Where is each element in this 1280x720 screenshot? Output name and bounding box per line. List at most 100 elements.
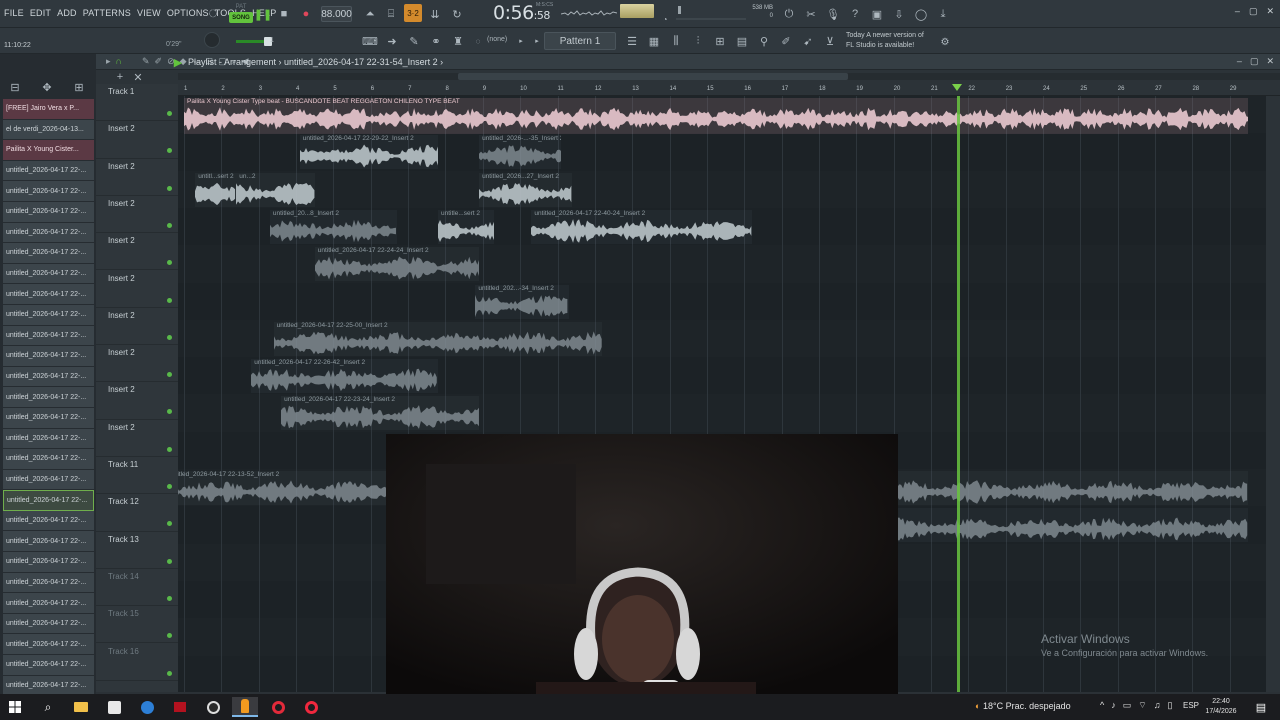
playlist-maximize-icon[interactable]: ▢ [1250, 56, 1259, 67]
cut-tool-icon[interactable]: ✂ [803, 5, 819, 23]
mixer-icon[interactable]: ⫼ [667, 33, 685, 49]
link-icon[interactable]: ⚭ [427, 33, 445, 49]
audio-clip[interactable] [871, 508, 1249, 543]
audio-clip[interactable]: untitled_2026...27_Insert 2 [479, 172, 573, 207]
mute-tool-icon[interactable]: ➹ [799, 33, 817, 49]
browser-layout-icon[interactable]: ⊞ [72, 80, 86, 94]
battery-icon[interactable]: ▯ [1167, 700, 1172, 711]
track-header[interactable]: Track 15 [96, 606, 178, 644]
track-header[interactable]: Insert 2 [96, 308, 178, 346]
export-icon[interactable]: ⇩ [891, 5, 907, 23]
audio-clip[interactable]: Pailita X Young Cister Type beat - BUSCA… [184, 98, 1249, 134]
master-pitch-icon[interactable]: ◔ [660, 14, 670, 24]
audio-clip[interactable]: untitled_2026-04-17 22-40-24_Insert 2 [531, 209, 752, 244]
magnet-icon[interactable]: ∩ [116, 56, 122, 67]
browser-item[interactable]: untitled_2026-04-17 22-... [3, 160, 94, 182]
audio-clip[interactable]: untitled_2026-04-17 22-29-22_Insert 2 [299, 135, 438, 170]
audio-clip[interactable]: un...2 [236, 172, 315, 207]
audio-clip[interactable]: untitled_2026-04-17 22-24-24_Insert 2 [314, 247, 480, 282]
tray-chevron-icon[interactable]: ^ [1100, 700, 1104, 711]
fl-studio-taskbar-icon[interactable] [232, 697, 258, 717]
track-header[interactable]: Insert 2 [96, 159, 178, 196]
audio-clip[interactable]: untitled_2026-04-17 22-26-42_Insert 2 [251, 359, 438, 394]
track-header[interactable]: Insert 2 [96, 420, 178, 457]
menu-item-file[interactable]: FILE [4, 8, 24, 18]
browser-item[interactable]: untitled_2026-04-17 22-... [3, 469, 94, 491]
browser-item[interactable]: untitled_2026-04-17 22-... [3, 243, 94, 264]
clipboard-icon[interactable]: ▤ [733, 33, 751, 49]
track-header[interactable]: Insert 2 [96, 196, 178, 234]
weather-widget[interactable]: ◐ 18°C Prac. despejado [975, 701, 1071, 711]
browser-item[interactable]: untitled_2026-04-17 22-... [3, 304, 94, 326]
track-header[interactable]: Track 1 [96, 84, 178, 122]
track-header[interactable]: Track 12 [96, 494, 178, 532]
track-mute-led[interactable] [167, 372, 172, 378]
playhead-line[interactable] [957, 96, 961, 692]
browser-item[interactable]: untitled_2026-04-17 22-... [3, 387, 94, 408]
track-mute-led[interactable] [167, 260, 172, 266]
close-icon[interactable]: ✕ [1266, 6, 1274, 17]
browser-item[interactable]: [FREE] Jairo Vera x P... [3, 99, 94, 120]
browser-item[interactable]: untitled_2026-04-17 22-... [3, 284, 94, 305]
track-header[interactable]: Track 14 [96, 569, 178, 607]
browser-item[interactable]: untitled_2026-04-17 22-... [3, 531, 94, 553]
track-mute-led[interactable] [167, 595, 172, 601]
browser-item[interactable]: untitled_2026-04-17 22-... [3, 655, 94, 676]
opera-gx-icon[interactable] [265, 697, 291, 717]
audio-clip[interactable]: untitled_202...-34_Insert 2 [475, 284, 569, 319]
track-mute-led[interactable] [167, 148, 172, 154]
playhead-marker[interactable] [952, 84, 963, 91]
track-mute-led[interactable] [167, 185, 172, 191]
browser-item[interactable]: untitled_2026-04-17 22-... [3, 593, 94, 614]
horizontal-scrollbar[interactable] [178, 73, 1280, 80]
vertical-scrollbar[interactable] [1266, 96, 1280, 692]
browser-item[interactable]: untitled_2026-04-17 22-... [3, 325, 94, 347]
browser-tree-icon[interactable]: ⊞ [711, 33, 729, 49]
countdown-icon[interactable]: 3·2 [404, 4, 422, 22]
browser-item[interactable]: untitled_2026-04-17 22-... [3, 613, 94, 635]
song-mode-toggle[interactable]: SONG [229, 12, 253, 23]
recording-indicator-icon[interactable]: ◌ [203, 5, 223, 23]
save-icon[interactable]: ▣ [869, 5, 885, 23]
master-pitch-knob[interactable] [204, 32, 220, 48]
track-mute-led[interactable] [167, 670, 172, 676]
undo-history-icon[interactable]: ⏻ [781, 5, 797, 23]
wait-for-input-icon[interactable]: ⌸ [383, 6, 399, 22]
track-header[interactable]: Insert 2 [96, 121, 178, 159]
notifications-icon[interactable]: ▤ [1248, 697, 1274, 717]
track-mute-led[interactable] [167, 297, 172, 303]
browser-item[interactable]: untitled_2026-04-17 22-... [3, 510, 94, 532]
browser-move-icon[interactable]: ✥ [40, 80, 54, 94]
browser-item[interactable]: untitled_2026-04-17 22-... [3, 552, 94, 573]
pencil-icon[interactable]: ✎ [405, 33, 423, 49]
pattern-selector[interactable]: Pattern 1 [544, 32, 616, 50]
track-mute-led[interactable] [167, 633, 172, 639]
edge-icon[interactable] [134, 697, 160, 717]
browser-item[interactable]: untitled_2026-04-17 22-... [3, 634, 94, 656]
red-app-icon[interactable] [167, 697, 193, 717]
start-button[interactable] [2, 697, 28, 717]
menu-item-edit[interactable]: EDIT [30, 8, 51, 18]
track-header[interactable]: Track 16 [96, 644, 178, 681]
track-header[interactable]: Insert 2 [96, 382, 178, 420]
browser-item[interactable]: untitled_2026-04-17 22-... [3, 222, 94, 244]
audio-clip[interactable]: untitled_2026-04-17 22-25-00_Insert 2 [273, 321, 603, 356]
scroll-thumb[interactable] [458, 73, 848, 80]
browser-item[interactable]: untitled_2026-04-17 22-... [3, 407, 94, 429]
microphone-tray-icon[interactable]: ♪ [1111, 700, 1116, 711]
metronome-icon[interactable]: ⏶ [362, 6, 378, 22]
audio-clip[interactable]: untitled_20...8_Insert 2 [269, 209, 397, 244]
audio-clip[interactable]: untitled_2026-...-35_Insert 2 [479, 135, 562, 170]
next-arrow-icon[interactable]: ➜ [383, 33, 401, 49]
microphone-icon[interactable]: 🎙 [825, 5, 841, 23]
record-icon[interactable]: ● [299, 7, 313, 21]
track-header[interactable]: Insert 2 [96, 271, 178, 308]
track-mute-led[interactable] [167, 558, 172, 564]
add-track-icon[interactable]: + [114, 71, 126, 83]
menu-item-add[interactable]: ADD [57, 8, 77, 18]
channel-rack-icon[interactable]: ▦ [645, 33, 663, 49]
pat-mode-toggle[interactable]: PAT [229, 4, 253, 12]
tempo-display[interactable]: 88.000 [321, 6, 352, 22]
blend-notes-icon[interactable]: ⇊ [427, 6, 443, 22]
browser-item[interactable]: untitled_2026-04-17 22-... [3, 181, 94, 202]
